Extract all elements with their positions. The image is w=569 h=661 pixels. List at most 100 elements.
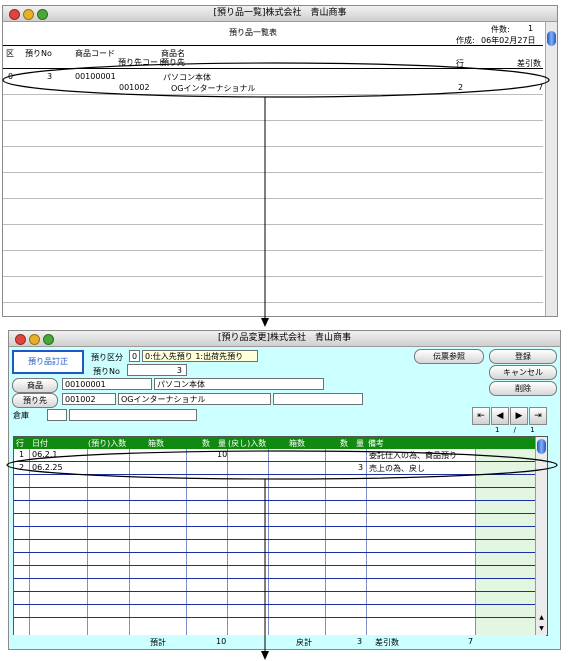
row-line	[14, 500, 535, 501]
dest-name-field[interactable]: OGインターナショナル	[118, 393, 271, 405]
grid-line	[3, 276, 543, 277]
th-in-qty-label: (預り)入数	[88, 439, 127, 448]
row-line	[14, 526, 535, 527]
kubun-field[interactable]: 0	[129, 350, 140, 362]
table-row[interactable]: 1 06.2.1 10 委託仕入の為、商品預り	[14, 449, 535, 461]
report-title: 預り品一覧表	[229, 28, 277, 37]
col-divider	[366, 449, 367, 635]
col-kubun: 区	[6, 49, 14, 58]
col-divider	[325, 449, 326, 635]
table-row[interactable]: 0 3 00100001 パソコン本体 001002 OGインターナショナル 2…	[3, 69, 543, 93]
close-icon[interactable]	[15, 334, 26, 345]
arrow-down-icon	[261, 318, 269, 327]
register-label: 登録	[515, 352, 531, 361]
warehouse-code-field[interactable]	[47, 409, 67, 421]
table-scrollbar[interactable]: ▲ ▼	[535, 437, 547, 635]
register-button[interactable]: 登録	[489, 349, 557, 364]
th-line: 行	[16, 439, 24, 448]
dest-button-label: 預り先	[23, 396, 47, 405]
voucher-ref-button[interactable]: 伝票参照	[414, 349, 484, 364]
item-code-field[interactable]: 00100001	[62, 378, 152, 390]
grid-line	[3, 250, 543, 251]
voucher-ref-label: 伝票参照	[433, 352, 465, 361]
minimize-icon[interactable]	[23, 9, 34, 20]
close-icon[interactable]	[9, 9, 20, 20]
row-no: 3	[47, 72, 53, 81]
warehouse-name-field[interactable]	[69, 409, 197, 421]
scroll-thumb[interactable]	[547, 31, 556, 46]
col-dest-code: 預り先コード	[118, 58, 166, 67]
th-ret-qty: 数 量	[340, 439, 364, 448]
cell-line: 2	[19, 463, 25, 472]
edit-window: [預り品変更]株式会社 青山商事 預り品訂正 預り区分 0 0:仕入先預り 1:…	[8, 330, 561, 650]
next-page-icon[interactable]: ▶	[510, 407, 528, 425]
vertical-scrollbar[interactable]	[545, 22, 557, 316]
col-divider	[268, 449, 269, 635]
col-divider	[29, 449, 30, 635]
dest-code-field[interactable]: 001002	[62, 393, 116, 405]
scroll-up-icon[interactable]: ▲	[536, 613, 547, 623]
list-window-titlebar: [預り品一覧]株式会社 青山商事	[3, 6, 557, 22]
th-in-boxes: 箱数	[148, 439, 164, 448]
th-date: 日付	[32, 439, 48, 448]
header-rule	[3, 45, 543, 46]
kubun-label: 預り区分	[91, 353, 123, 362]
row-dest-name: OGインターナショナル	[171, 84, 256, 93]
scroll-down-icon[interactable]: ▼	[536, 624, 547, 634]
cell-in-qty: 10	[217, 450, 228, 459]
prev-page-icon[interactable]: ◀	[491, 407, 509, 425]
count-label: 件数:	[491, 25, 510, 34]
dest-button[interactable]: 預り先	[12, 393, 58, 408]
dest-extra-field[interactable]	[273, 393, 363, 405]
item-name-field[interactable]: パソコン本体	[154, 378, 324, 390]
no-label: 預りNo	[93, 367, 120, 376]
row-line: 2	[458, 83, 464, 92]
last-page-icon[interactable]: ⇥	[529, 407, 547, 425]
page-indicator: 1 / 1	[495, 426, 541, 434]
detail-table: 行 日付 (預り)入数 箱数 数 量 (戻し)入数 箱数 数 量 備考 1 06…	[13, 436, 548, 636]
grid-line	[3, 172, 543, 173]
zoom-icon[interactable]	[37, 9, 48, 20]
totals-bar: 預計 10 戻計 3 差引数 7	[13, 635, 546, 647]
zoom-icon[interactable]	[43, 334, 54, 345]
row-line	[14, 487, 535, 488]
first-page-icon[interactable]: ⇤	[472, 407, 490, 425]
window-title: [預り品変更]株式会社 青山商事	[217, 333, 352, 343]
cancel-button[interactable]: キャンセル	[489, 365, 557, 380]
grid-line	[3, 120, 543, 121]
kubun-desc: 0:仕入先預り 1:出荷先預り	[142, 350, 258, 362]
col-divider	[129, 449, 130, 635]
edit-window-titlebar: [預り品変更]株式会社 青山商事	[9, 331, 560, 347]
col-divider	[227, 449, 228, 635]
row-line	[14, 617, 535, 618]
row-line	[14, 591, 535, 592]
col-no: 預りNo	[25, 49, 52, 58]
row-dest-code: 001002	[119, 83, 150, 92]
delete-button[interactable]: 削除	[489, 381, 557, 396]
col-divider	[186, 449, 187, 635]
diff-value: 7	[468, 637, 474, 646]
minimize-icon[interactable]	[29, 334, 40, 345]
mode-badge: 預り品訂正	[12, 350, 84, 374]
grid-line	[3, 198, 543, 199]
ret-total-value: 3	[357, 637, 363, 646]
row-item-name: パソコン本体	[163, 73, 211, 82]
scroll-thumb[interactable]	[537, 439, 546, 454]
th-ret-qty-label: (戻し)入数	[228, 439, 267, 448]
table-row[interactable]: 2 06.2.25 3 売上の為、戻し	[14, 462, 535, 474]
cell-date: 06.2.25	[32, 463, 63, 472]
row-line	[14, 604, 535, 605]
grid-line	[3, 146, 543, 147]
delete-label: 削除	[515, 384, 531, 393]
th-ret-boxes: 箱数	[289, 439, 305, 448]
no-field[interactable]: 3	[127, 364, 187, 376]
in-total-label: 預計	[150, 638, 166, 647]
item-button-label: 商品	[27, 381, 43, 390]
item-button[interactable]: 商品	[12, 378, 58, 393]
table-header: 行 日付 (預り)入数 箱数 数 量 (戻し)入数 箱数 数 量 備考	[14, 437, 547, 449]
cell-note: 委託仕入の為、商品預り	[369, 451, 457, 460]
th-in-qty: 数 量	[202, 439, 226, 448]
col-divider	[475, 449, 476, 635]
warehouse-label: 倉庫	[13, 411, 29, 420]
count-value: 1	[528, 24, 534, 33]
